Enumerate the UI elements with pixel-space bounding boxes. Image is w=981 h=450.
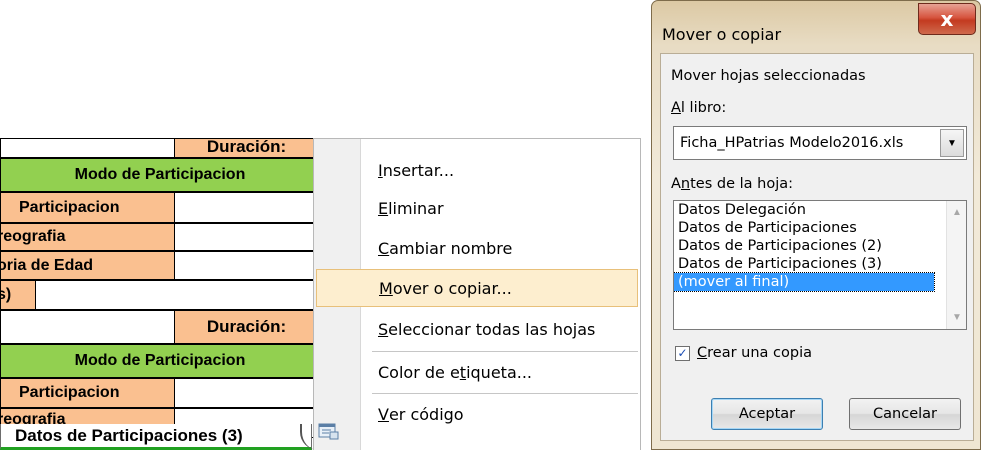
sheet-tab-context-menu: Insertar... Eliminar Cambiar nombre Move… [313, 138, 641, 450]
paren-label: s) [0, 280, 36, 310]
sheet-row: Duración: [0, 310, 320, 344]
sheet-cell[interactable] [35, 280, 319, 310]
menu-item-eliminar[interactable]: Eliminar [316, 189, 638, 227]
menu-item-insertar[interactable]: Insertar... [316, 151, 638, 189]
duracion-label: Duración: [174, 310, 319, 344]
sheet-row: Modo de Participacion [0, 158, 320, 192]
close-button[interactable]: x [918, 3, 976, 35]
to-book-value: Ficha_HPatrias Modelo2016.xls [680, 135, 904, 151]
list-item[interactable]: Datos de Participaciones (2) [674, 237, 934, 255]
modo-participacion-header: Modo de Participacion [0, 158, 320, 192]
sheet-tab-active[interactable]: Datos de Participaciones (3) [0, 424, 312, 450]
sheet-row: Duración: [0, 138, 320, 158]
move-sheets-label: Mover hojas seleccionadas [671, 68, 866, 84]
dialog-body: Mover hojas seleccionadas Al libro: Fich… [660, 53, 974, 441]
cancel-button[interactable]: Cancelar [849, 398, 961, 430]
list-item-selected[interactable]: (mover al final) [674, 272, 935, 292]
categoria-edad-label: oria de Edad [0, 251, 175, 280]
menu-separator [372, 393, 638, 394]
coreografia-label: reografia [0, 223, 175, 251]
sheet-cell[interactable] [174, 192, 319, 223]
sheet-cell[interactable] [174, 378, 319, 408]
spreadsheet-area: Duración: Modo de Participacion Particip… [0, 138, 320, 450]
scroll-up-icon[interactable]: ▲ [952, 207, 962, 218]
sheet-row: s) [0, 280, 320, 310]
dialog-title: Mover o copiar [662, 25, 782, 44]
sheet-row: oria de Edad [0, 251, 320, 280]
sheet-cell[interactable] [174, 251, 319, 280]
sheet-row: Modo de Participacion [0, 344, 320, 378]
before-sheet-label: Antes de la hoja: [671, 176, 794, 192]
sheet-cell[interactable] [174, 223, 319, 251]
to-book-select[interactable]: Ficha_HPatrias Modelo2016.xls ▼ [673, 126, 967, 160]
menu-item-seleccionar-todas[interactable]: Seleccionar todas las hojas [316, 310, 638, 348]
list-item[interactable]: Datos Delegación [674, 201, 934, 219]
participacion-label: Participacion [0, 192, 175, 223]
to-book-label: Al libro: [671, 100, 727, 116]
duracion-label-top: Duración: [174, 138, 319, 158]
menu-item-cambiar-nombre[interactable]: Cambiar nombre [316, 229, 638, 267]
dropdown-arrow-icon[interactable]: ▼ [940, 129, 964, 157]
menu-item-ver-codigo[interactable]: Ver código [316, 395, 638, 433]
before-sheet-list[interactable]: Datos Delegación Datos de Participacione… [673, 200, 967, 330]
list-scrollbar[interactable]: ▲ ▼ [946, 201, 966, 329]
sheet-cell[interactable] [0, 138, 175, 158]
close-icon: x [940, 7, 954, 31]
ok-button[interactable]: Aceptar [711, 398, 823, 430]
sheet-row: reografia [0, 223, 320, 251]
list-item[interactable]: Datos de Participaciones (3) [674, 255, 934, 273]
menu-separator [372, 351, 638, 352]
create-copy-label: Crear una copia [697, 345, 812, 361]
sheet-row: Participacion [0, 192, 320, 223]
list-item[interactable]: Datos de Participaciones [674, 219, 934, 237]
scroll-down-icon[interactable]: ▼ [952, 312, 962, 323]
sheet-row: Participacion [0, 378, 320, 408]
menu-item-color-etiqueta[interactable]: Color de e t iqueta... [316, 353, 638, 391]
participacion-label-2: Participacion [0, 378, 175, 408]
create-copy-checkbox[interactable]: ✓ [675, 346, 690, 361]
move-copy-dialog: Mover o copiar x Mover hojas seleccionad… [651, 0, 981, 450]
modo-participacion-header-2: Modo de Participacion [0, 344, 320, 378]
menu-item-mover-copiar[interactable]: Mover o copiar... [316, 269, 638, 307]
sheet-cell[interactable] [0, 310, 175, 344]
